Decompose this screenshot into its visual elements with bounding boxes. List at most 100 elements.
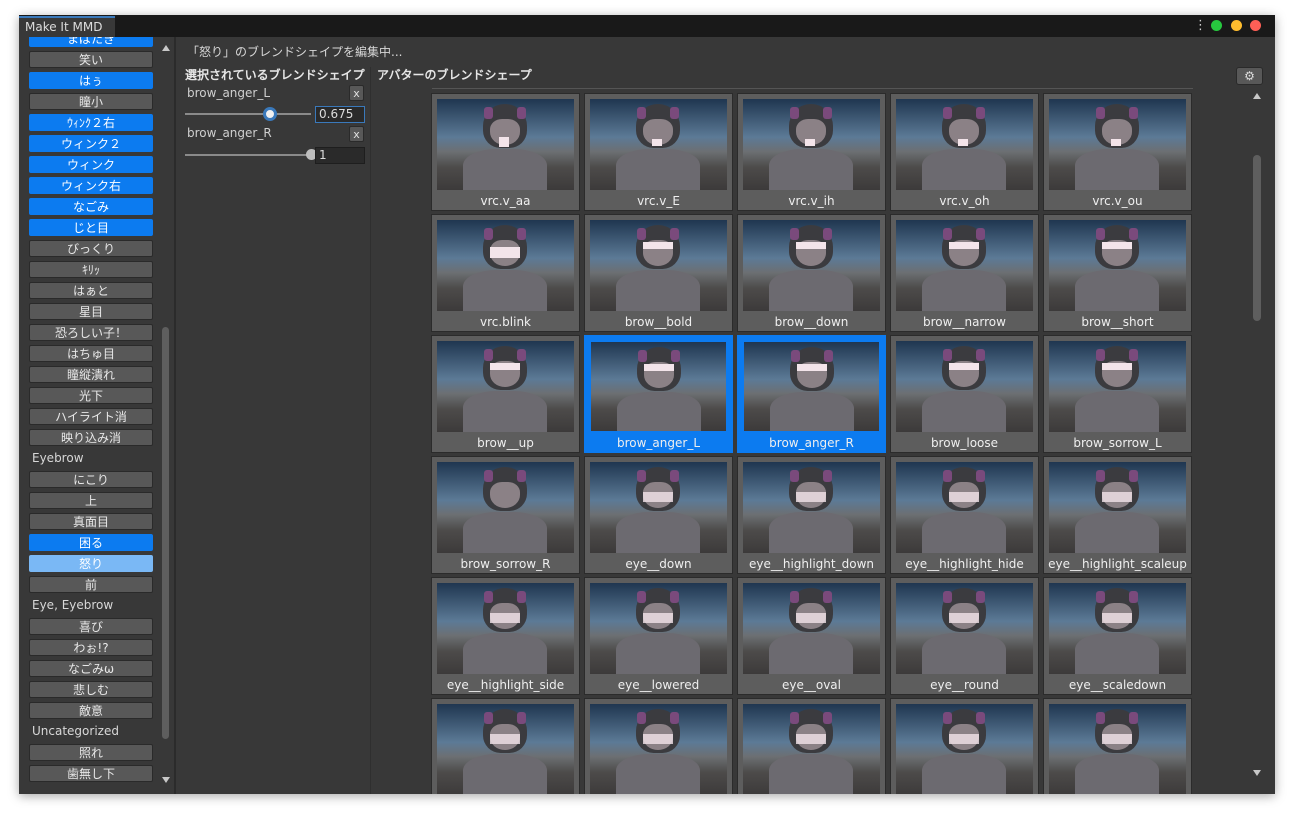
window-tab[interactable]: Make It MMD [19,16,115,37]
blendshape-category-list-panel: まばたき笑いはぅ瞳小 ｳｨﾝｸ２右 ウィンク２ ウィンクウィンク右なごみじと目びっくり… [19,37,174,794]
panel-divider[interactable] [174,37,176,794]
mmd-blendshape-button[interactable]: にこり [29,471,153,488]
blendshape-tile[interactable]: vrc.blink [431,214,580,332]
left-scroll-thumb[interactable] [162,327,169,739]
remove-blendshape-button[interactable]: x [349,126,364,142]
remove-blendshape-button[interactable]: x [349,85,364,101]
blendshape-tile[interactable]: vrc.v_ih [737,93,886,211]
blendshape-tile-label: brow__narrow [923,315,1006,329]
blendshape-tile[interactable]: brow__short [1043,214,1192,332]
mmd-blendshape-button[interactable]: はぅ [29,72,153,89]
avatar-preview-image [743,220,880,311]
blendshape-tile[interactable]: eye__scaledown [1043,577,1192,695]
scroll-up-icon[interactable] [1253,93,1261,99]
blendshape-tile[interactable]: eye__highlight_scaleup [1043,456,1192,574]
mmd-blendshape-button[interactable]: 星目 [29,303,153,320]
blendshape-tile[interactable] [431,698,580,794]
close-button[interactable] [1250,20,1261,31]
blendshape-tile[interactable]: eye__highlight_down [737,456,886,574]
mmd-blendshape-button[interactable]: 瞳縦潰れ [29,366,153,383]
weight-slider-handle[interactable] [263,107,278,121]
blendshape-tile[interactable] [737,698,886,794]
grid-scroll-thumb[interactable] [1253,155,1261,321]
mmd-blendshape-button[interactable]: 歯無し下 [29,765,153,782]
blendshape-tile[interactable]: brow__down [737,214,886,332]
mmd-blendshape-button[interactable]: ｳｨﾝｸ２右 [29,114,153,131]
mmd-blendshape-button[interactable]: なごみω [29,660,153,677]
mmd-blendshape-button[interactable]: 上 [29,492,153,509]
blendshape-tile[interactable]: vrc.v_E [584,93,733,211]
selected-blendshapes-header: 選択されているブレンドシェイプ [185,68,365,82]
blendshape-tile[interactable]: eye__oval [737,577,886,695]
mmd-blendshape-button[interactable]: びっくり [29,240,153,257]
blendshape-tile[interactable]: eye__lowered [584,577,733,695]
left-scrollbar[interactable] [159,37,174,794]
avatar-preview-image [743,99,880,190]
blendshape-tile[interactable]: eye__highlight_hide [890,456,1039,574]
scroll-down-icon[interactable] [162,777,170,783]
mmd-blendshape-button[interactable]: 瞳小 [29,93,153,110]
scroll-up-icon[interactable] [162,45,170,51]
scroll-down-icon[interactable] [1253,770,1261,776]
mmd-blendshape-button[interactable]: ウィンク右 [29,177,153,194]
minimize-button[interactable] [1231,20,1242,31]
grid-scrollbar[interactable] [1251,91,1264,794]
mmd-blendshape-button[interactable]: 悲しむ [29,681,153,698]
blendshape-tile[interactable]: brow_anger_L [584,335,733,453]
mmd-blendshape-button[interactable]: はぁと [29,282,153,299]
weight-value-field[interactable]: 1 [315,147,365,164]
mmd-blendshape-button[interactable]: 映り込み消 [29,429,153,446]
blendshape-tile-label: brow__down [774,315,849,329]
category-header: Uncategorized [32,724,119,738]
mmd-blendshape-button[interactable]: わぉ!? [29,639,153,656]
mmd-blendshape-button[interactable]: 光下 [29,387,153,404]
mmd-blendshape-button[interactable]: ウィンク２ [29,135,153,152]
mmd-blendshape-button[interactable]: ｷﾘｯ [29,261,153,278]
mmd-blendshape-button[interactable]: はちゅ目 [29,345,153,362]
blendshape-tile[interactable]: vrc.v_oh [890,93,1039,211]
avatar-preview-image [1049,220,1186,311]
avatar-preview-image [437,583,574,674]
mmd-blendshape-button[interactable]: 恐ろしい子！ [29,324,153,341]
blendshape-tile[interactable]: eye__down [584,456,733,574]
blendshape-tile[interactable]: brow_sorrow_L [1043,335,1192,453]
mmd-blendshape-button[interactable]: ハイライト消 [29,408,153,425]
blendshape-tile[interactable] [890,698,1039,794]
blendshape-tile[interactable]: vrc.v_ou [1043,93,1192,211]
blendshape-tile[interactable]: brow__narrow [890,214,1039,332]
weight-value-field[interactable]: 0.675 [315,106,365,123]
mmd-blendshape-button[interactable]: 怒り [29,555,153,572]
blendshape-tile[interactable]: vrc.v_aa [431,93,580,211]
blendshape-tile[interactable]: brow_sorrow_R [431,456,580,574]
weight-slider-track[interactable] [185,113,311,115]
blendshape-tile[interactable]: brow_loose [890,335,1039,453]
avatar-preview-image [743,462,880,553]
avatar-preview-image [591,342,726,431]
blendshape-tile[interactable]: brow__bold [584,214,733,332]
blendshape-tile[interactable]: eye__round [890,577,1039,695]
blendshape-tile[interactable]: brow_anger_R [737,335,886,453]
mmd-blendshape-button[interactable]: ウィンク [29,156,153,173]
avatar-preview-image [590,583,727,674]
maximize-button[interactable] [1211,20,1222,31]
blendshape-tile[interactable] [1043,698,1192,794]
mmd-blendshape-button[interactable]: 喜び [29,618,153,635]
blendshape-tile-label: eye__highlight_down [748,557,874,571]
mmd-blendshape-button[interactable]: 笑い [29,51,153,68]
weight-slider-track[interactable] [185,154,311,156]
mmd-blendshape-button[interactable]: 前 [29,576,153,593]
blendshape-tile[interactable]: brow__up [431,335,580,453]
mmd-blendshape-button[interactable]: 真面目 [29,513,153,530]
gear-icon[interactable]: ⚙ [1236,67,1263,85]
blendshape-tile[interactable] [584,698,733,794]
mmd-blendshape-button[interactable]: 困る [29,534,153,551]
avatar-blendshapes-header: アバターのブレンドシェープ [377,68,532,82]
blendshape-tile[interactable]: eye__highlight_side [431,577,580,695]
mmd-blendshape-button[interactable]: まばたき [29,37,153,47]
category-header: Eye, Eyebrow [32,598,114,612]
mmd-blendshape-button[interactable]: じと目 [29,219,153,236]
mmd-blendshape-button[interactable]: なごみ [29,198,153,215]
more-options-icon[interactable]: ⋮ [1194,16,1207,36]
mmd-blendshape-button[interactable]: 照れ [29,744,153,761]
mmd-blendshape-button[interactable]: 敵意 [29,702,153,719]
